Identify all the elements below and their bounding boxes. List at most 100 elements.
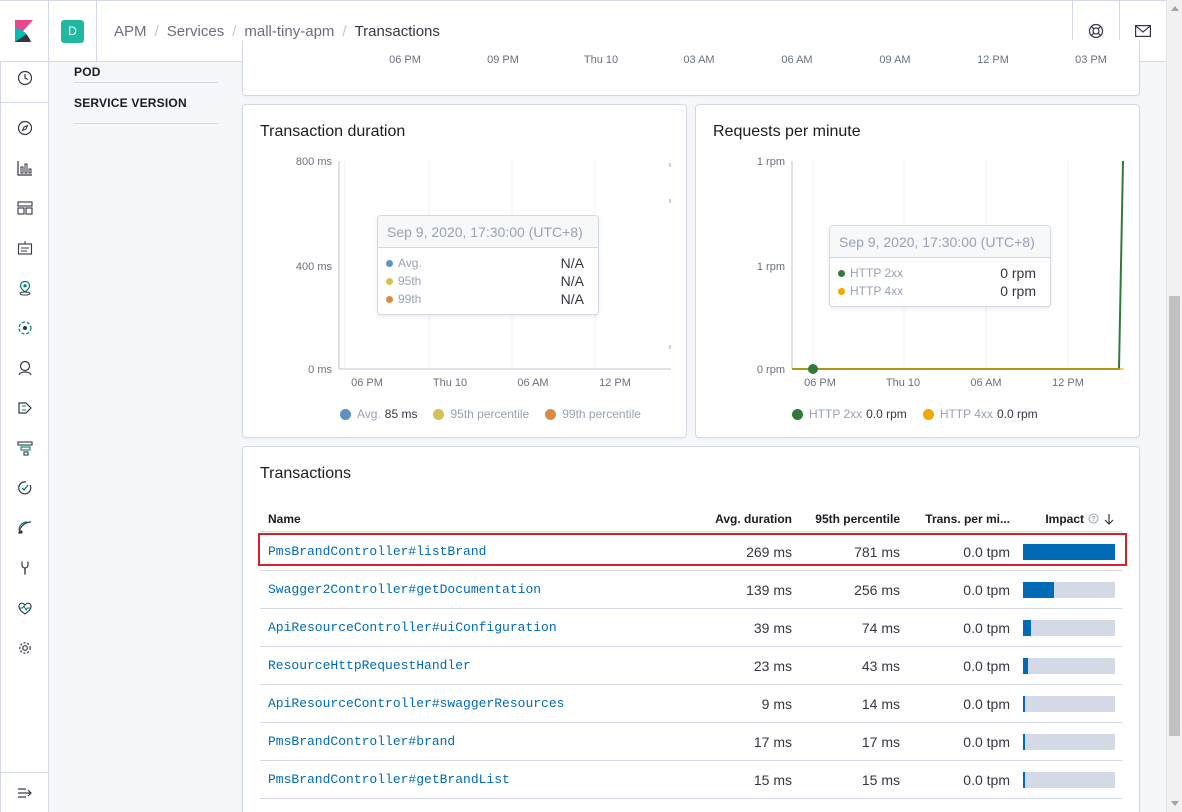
scrollbar[interactable] <box>1166 0 1182 812</box>
requests-per-minute-panel: Requests per minute 1 rpm 1 rpm 0 rpm 06… <box>695 104 1140 438</box>
column-header-impact[interactable]: Impact ? <box>1020 505 1115 532</box>
space-selector[interactable]: D <box>49 1 97 61</box>
transaction-name-link[interactable]: PmsBrandController#listBrand <box>268 533 486 570</box>
kibana-logo[interactable] <box>0 1 49 61</box>
column-header-avg-duration[interactable]: Avg. duration <box>700 505 792 532</box>
nav-management[interactable] <box>1 633 49 663</box>
breadcrumb-separator: / <box>154 22 159 40</box>
table-row[interactable]: ApiResourceController#uiConfiguration 39 … <box>260 609 1122 647</box>
impact-fill <box>1023 696 1025 712</box>
tooltip-series-value: N/A <box>560 255 584 271</box>
transaction-name-link[interactable]: Swagger2Controller#getDocumentation <box>268 571 541 608</box>
breadcrumb-service[interactable]: mall-tiny-apm <box>244 23 334 40</box>
nav-canvas[interactable] <box>1 233 49 263</box>
impact-bar <box>1023 734 1115 750</box>
mail-icon <box>1135 25 1151 37</box>
avg-duration-cell: 139 ms <box>746 581 792 598</box>
legend-item-99th[interactable]: 99th percentile <box>545 407 641 421</box>
x-tick-label: 06 PM <box>351 377 383 389</box>
compass-icon <box>17 120 33 136</box>
tooltip-series-name: 99th <box>398 292 422 306</box>
y-tick-label: 400 ms <box>296 261 333 273</box>
series-dot <box>386 259 393 267</box>
impact-fill <box>1023 734 1025 750</box>
tpm-cell: 0.0 tpm <box>963 695 1010 712</box>
filter-divider <box>74 82 218 83</box>
p95-cell: 43 ms <box>861 657 900 674</box>
tpm-cell: 0.0 tpm <box>963 657 1010 674</box>
tpm-cell: 0.0 tpm <box>963 733 1010 750</box>
legend-item-95th[interactable]: 95th percentile <box>433 407 529 421</box>
breadcrumb-separator: / <box>342 22 347 40</box>
impact-bar <box>1023 544 1115 560</box>
nav-visualize[interactable] <box>1 153 49 183</box>
nav-apm[interactable] <box>1 433 49 463</box>
impact-label: Impact <box>1045 511 1084 526</box>
transaction-name-link[interactable]: ApiResourceController#uiConfiguration <box>268 609 557 646</box>
transaction-name-link[interactable]: PmsBrandController#getBrandList <box>268 761 510 798</box>
tooltip-series-name: Avg. <box>398 256 422 270</box>
transaction-name-link[interactable]: PmsBrandController#brand <box>268 723 455 760</box>
transactions-title: Transactions <box>260 465 351 482</box>
filter-pod[interactable]: POD <box>74 62 218 82</box>
scroll-thumb[interactable] <box>1169 296 1180 736</box>
local-filters: POD SERVICE VERSION <box>74 62 218 124</box>
x-tick-label: 12 PM <box>1052 377 1084 389</box>
table-row[interactable]: PmsBrandController#getBrandList 15 ms 15 m… <box>260 761 1122 799</box>
scroll-up-arrow-icon[interactable] <box>1171 6 1179 11</box>
legend-item-2xx[interactable]: HTTP 2xx 0.0 rpm <box>792 407 907 421</box>
nav-uptime[interactable] <box>1 473 49 503</box>
visualize-icon <box>17 161 32 176</box>
column-header-95th[interactable]: 95th percentile <box>800 505 900 532</box>
sort-arrow-down-icon[interactable] <box>1103 513 1115 525</box>
logs-icon <box>18 402 32 414</box>
p95-cell: 17 ms <box>861 733 900 750</box>
x-tick-label: Thu 10 <box>886 377 920 389</box>
nav-ml[interactable] <box>1 313 49 343</box>
info-icon[interactable]: ? <box>1088 513 1099 524</box>
clock-icon <box>17 70 33 86</box>
apm-icon <box>17 441 33 456</box>
nav-discover[interactable] <box>1 113 49 143</box>
breadcrumb-services[interactable]: Services <box>167 23 225 40</box>
table-row[interactable]: ResourceHttpRequestHandler 23 ms 43 ms 0.0 … <box>260 647 1122 685</box>
tpm-cell: 0.0 tpm <box>963 581 1010 598</box>
nav-metrics[interactable] <box>1 353 49 383</box>
legend-item-avg[interactable]: Avg. 85 ms <box>340 407 417 421</box>
column-header-name[interactable]: Name <box>268 505 301 532</box>
breadcrumb-apm[interactable]: APM <box>114 23 147 40</box>
scroll-down-arrow-icon[interactable] <box>1171 801 1179 806</box>
timeline-tick: Thu 10 <box>584 54 618 66</box>
nav-monitoring[interactable] <box>1 593 49 623</box>
impact-bar <box>1023 696 1115 712</box>
timeline-chart: 06 PM 09 PM Thu 10 03 AM 06 AM 09 AM 12 … <box>389 54 1107 66</box>
timeline-panel: 06 PM 09 PM Thu 10 03 AM 06 AM 09 AM 12 … <box>242 40 1140 96</box>
column-header-tpm[interactable]: Trans. per mi... <box>908 505 1010 532</box>
heartbeat-icon <box>18 602 32 615</box>
nav-collapse-button[interactable] <box>1 772 49 812</box>
impact-fill <box>1023 658 1028 674</box>
avg-duration-cell: 269 ms <box>746 543 792 560</box>
timeline-tick: 09 AM <box>879 54 910 66</box>
nav-dashboard[interactable] <box>1 193 49 223</box>
nav-logs[interactable] <box>1 393 49 423</box>
transaction-name-link[interactable]: ResourceHttpRequestHandler <box>268 647 471 684</box>
hover-point <box>808 364 818 374</box>
wrench-icon <box>21 561 29 575</box>
impact-fill <box>1023 620 1031 636</box>
y-tick-label: 1 rpm <box>757 261 785 273</box>
table-row[interactable]: PmsBrandController#brand 17 ms 17 ms 0.0 tp… <box>260 723 1122 761</box>
table-row[interactable]: Swagger2Controller#getDocumentation 139 m… <box>260 571 1122 609</box>
table-row[interactable]: PmsBrandController#listBrand 269 ms 781 ms… <box>260 533 1122 571</box>
tooltip-series-name: 95th <box>398 274 422 288</box>
table-row[interactable]: ApiResourceController#swaggerResources 9 … <box>260 685 1122 723</box>
filter-service-version[interactable]: SERVICE VERSION <box>74 93 218 113</box>
nav-dev-tools[interactable] <box>1 553 49 583</box>
nav-siem[interactable] <box>1 513 49 543</box>
siem-icon <box>18 521 32 535</box>
transaction-name-link[interactable]: ApiResourceController#swaggerResources <box>268 685 564 722</box>
nav-recent[interactable] <box>1 63 49 93</box>
nav-maps[interactable] <box>1 273 49 303</box>
legend-dot <box>433 408 445 420</box>
legend-item-4xx[interactable]: HTTP 4xx 0.0 rpm <box>922 407 1038 421</box>
